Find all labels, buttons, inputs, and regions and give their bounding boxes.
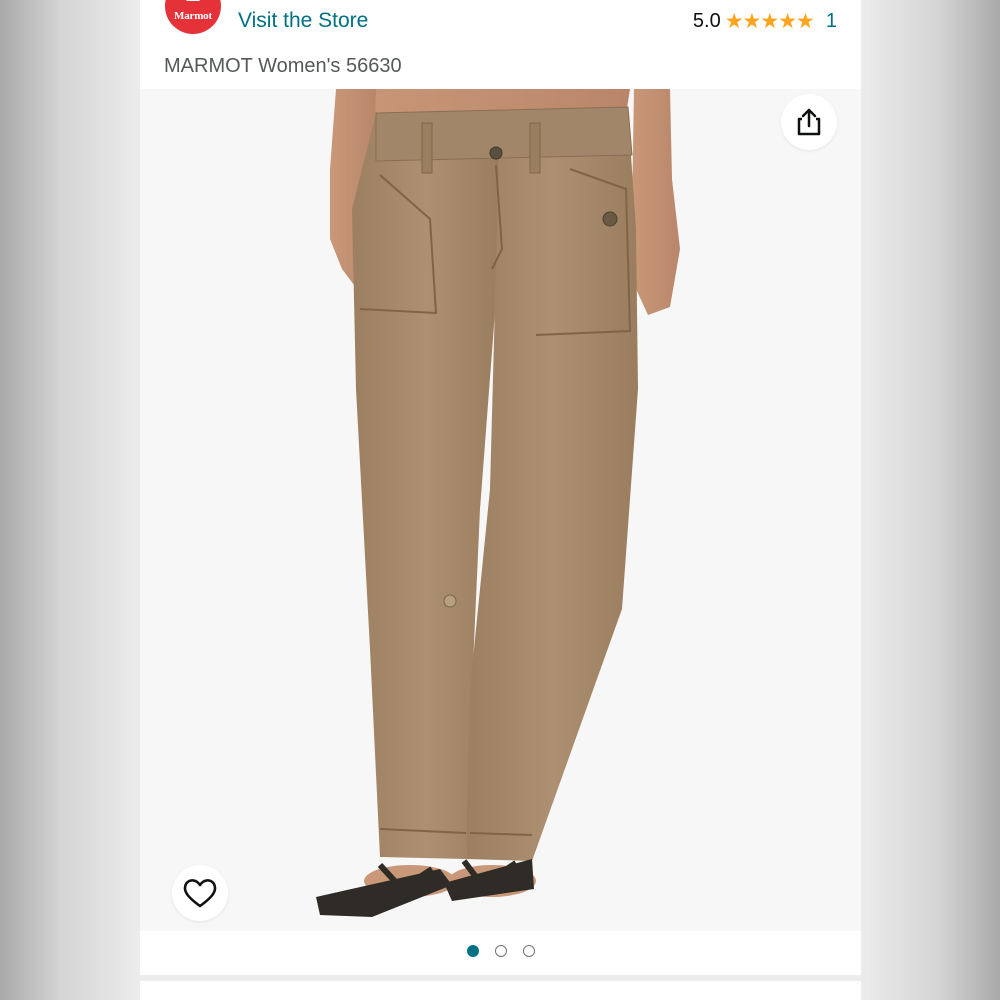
carousel-dot-2[interactable] [494, 945, 507, 957]
product-image-carousel[interactable] [140, 89, 861, 931]
share-icon [797, 108, 821, 136]
carousel-dot-3[interactable] [522, 945, 535, 957]
mountain-icon [186, 0, 200, 1]
heart-icon [183, 879, 217, 908]
rating-summary[interactable]: 5.0 ★★★★★ 1 [693, 9, 837, 34]
product-image[interactable] [140, 89, 861, 931]
product-page: Marmot Visit the Store 5.0 ★★★★★ 1 MARMO… [140, 0, 861, 1000]
rating-count-link[interactable]: 1 [826, 10, 837, 33]
product-title: MARMOT Women's 56630 [164, 55, 402, 77]
wishlist-button[interactable] [172, 865, 228, 921]
share-button[interactable] [781, 94, 837, 150]
rating-value: 5.0 [692, 10, 721, 32]
star-rating-icon: ★★★★★ [724, 10, 815, 33]
brand-logo[interactable]: Marmot [165, 0, 221, 34]
carousel-dot-1[interactable] [466, 945, 479, 957]
carousel-indicator [140, 931, 861, 971]
next-section-card [140, 981, 861, 1000]
brand-logo-text: Marmot [174, 10, 212, 22]
visit-store-link[interactable]: Visit the Store [238, 9, 368, 33]
